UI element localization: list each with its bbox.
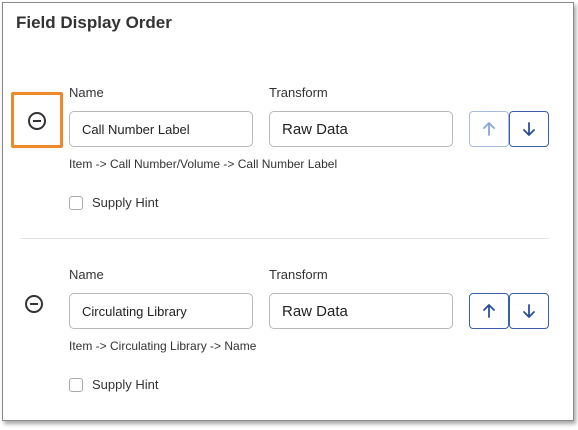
arrow-down-icon [523,304,535,318]
remove-highlight-box [11,92,63,148]
arrow-up-icon [483,304,495,318]
supply-hint-label: Supply Hint [92,195,159,210]
supply-hint[interactable]: Supply Hint [69,195,158,210]
name-label: Name [69,267,104,282]
field-path: Item -> Call Number/Volume -> Call Numbe… [69,157,338,171]
field-display-order-panel: Field Display Order Name Transform Call … [2,2,574,421]
transform-label: Transform [269,267,328,282]
transform-label: Transform [269,85,328,100]
panel-title: Field Display Order [16,13,172,32]
name-label: Name [69,85,104,100]
arrow-down-icon [523,122,535,136]
move-down-button[interactable] [509,111,549,147]
move-up-button[interactable] [469,293,509,329]
name-input[interactable]: Circulating Library [69,293,253,329]
field-path: Item -> Circulating Library -> Name [69,339,257,353]
arrow-up-icon [483,122,495,136]
name-input[interactable]: Call Number Label [69,111,253,147]
minus-circle-icon[interactable] [25,295,43,313]
field-row: Name Transform Call Number Label Raw Dat… [3,83,575,233]
move-up-button[interactable] [469,111,509,147]
minus-circle-icon[interactable] [28,112,46,130]
supply-hint-checkbox[interactable] [69,195,83,210]
field-row: Name Transform Circulating Library Raw D… [3,265,575,415]
divider [21,238,549,239]
supply-hint-label: Supply Hint [92,377,159,392]
supply-hint[interactable]: Supply Hint [69,377,158,392]
transform-select[interactable]: Raw Data [269,111,453,147]
supply-hint-checkbox[interactable] [69,377,83,392]
transform-select[interactable]: Raw Data [269,293,453,329]
move-down-button[interactable] [509,293,549,329]
